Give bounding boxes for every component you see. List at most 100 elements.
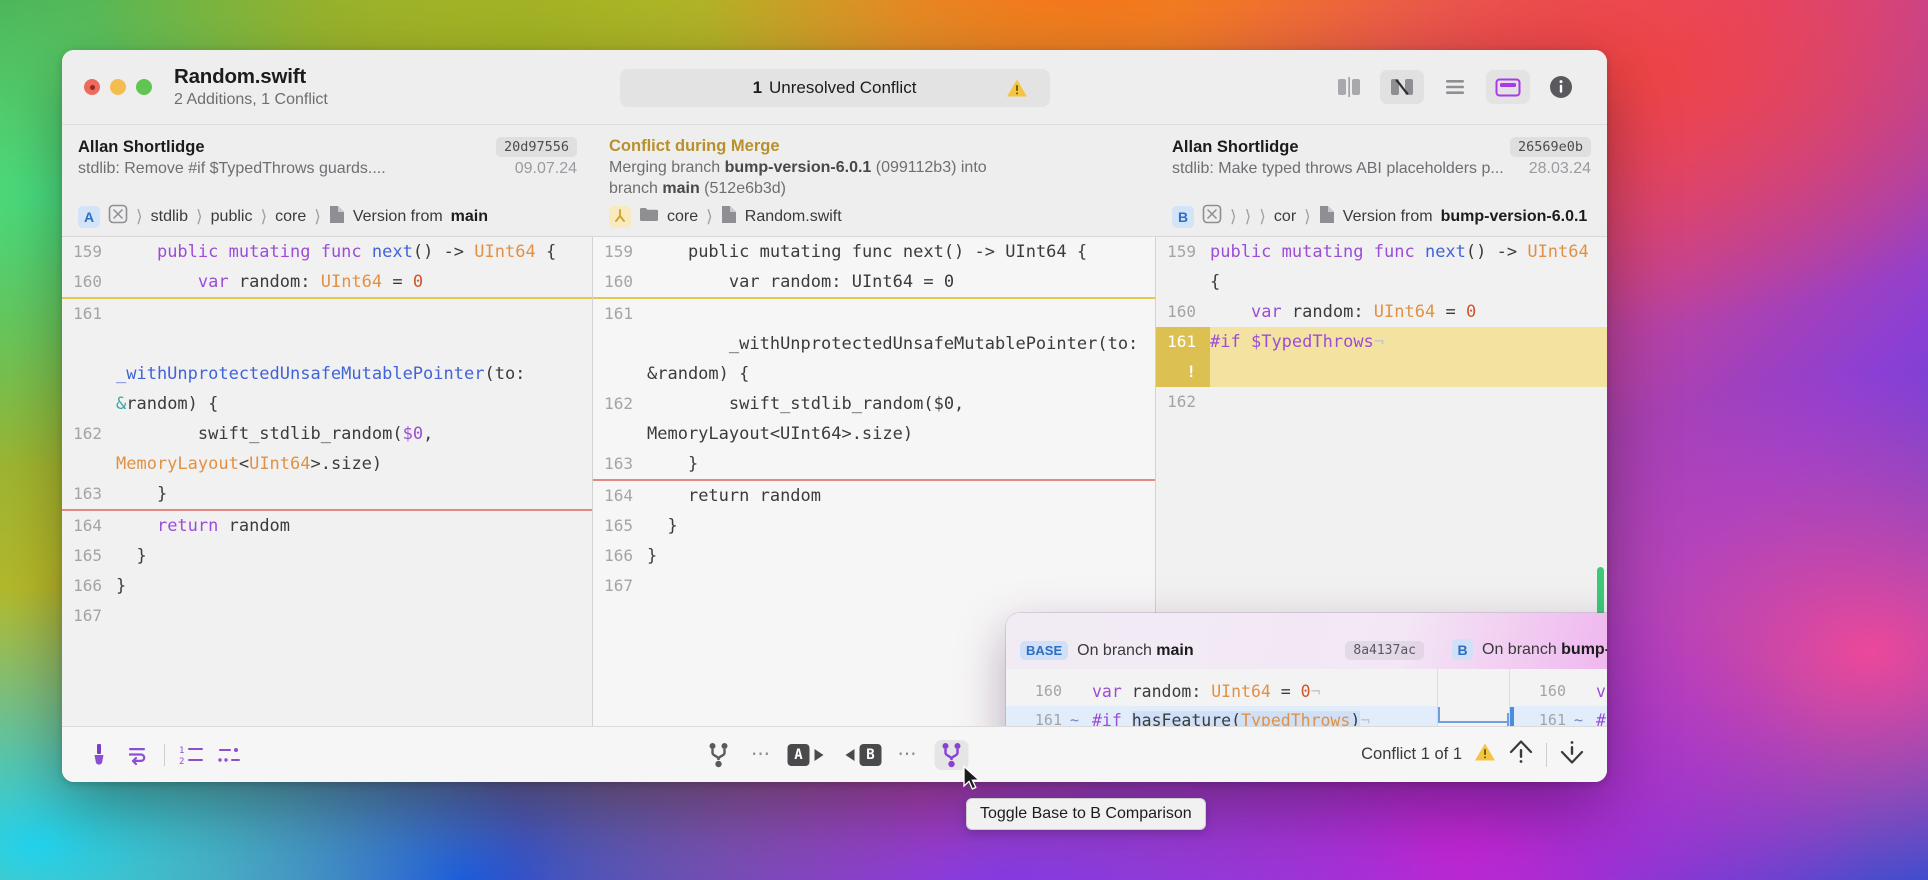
change-marker: ~ (1574, 711, 1584, 726)
line-number: 160 (1034, 682, 1062, 700)
breadcrumb-sep: ⟩ (706, 206, 713, 226)
breadcrumb-sep: ⟩ (1244, 206, 1252, 226)
blocks-view-button[interactable] (1486, 70, 1530, 104)
breadcrumb-left[interactable]: A ⟩ stdlib ⟩ public ⟩ core ⟩ Version fro… (62, 197, 593, 236)
popover-base-side-header: BASE On branch main 8a4137ac (1006, 641, 1438, 669)
breadcrumb-part-core[interactable]: core (275, 208, 306, 226)
base-to-b-comparison-popover: Compare Entire Files BASE On branch main… (1006, 613, 1607, 726)
paintbrush-icon[interactable] (82, 740, 116, 770)
code-text: } (116, 484, 168, 504)
more-left-icon[interactable]: ⋯ (751, 743, 772, 766)
breadcrumb-part-stdlib[interactable]: stdlib (151, 208, 188, 226)
breadcrumb-filename: Random.swift (744, 207, 842, 225)
conflict-resolution-tools: ⋯ A B ⋯ (701, 739, 968, 770)
view-mode-toolbar (1327, 70, 1583, 104)
left-commit-message: stdlib: Remove #if $TypedThrows guards..… (78, 160, 386, 177)
change-link-line (1438, 721, 1509, 723)
code-text: var random: UInt64 = 0 (1250, 302, 1477, 322)
unified-view-button[interactable] (1433, 70, 1477, 104)
conflict-code-line[interactable]: 161 ! #if $TypedThrows¬ (1156, 327, 1607, 387)
previous-conflict-icon[interactable] (1508, 738, 1534, 771)
code-line: 164 return random (62, 509, 592, 541)
close-window-button[interactable] (84, 79, 100, 95)
code-text: #if hasFeature(TypedThrows)¬ (1092, 706, 1437, 726)
line-number: 165 (73, 546, 102, 565)
unresolved-conflict-banner[interactable]: 1 Unresolved Conflict (619, 69, 1050, 107)
popover-b-pane[interactable]: 160 var random: UInt64 = 0¬ 161 ~ #if $T… (1510, 669, 1607, 726)
line-number: 160 (1167, 302, 1196, 321)
changes-view-button[interactable] (1380, 70, 1424, 104)
document-icon (721, 205, 737, 229)
code-line: 165 } (593, 511, 1155, 541)
merge-target-sha: (512e6b3d) (699, 179, 787, 197)
merge-conflict-header: Conflict during Merge Merging branch bum… (593, 125, 1156, 197)
code-line: 166 } (593, 541, 1155, 571)
merge-source-sha: (099112b3) into (871, 159, 987, 176)
breadcrumb-row: A ⟩ stdlib ⟩ public ⟩ core ⟩ Version fro… (62, 197, 1607, 237)
code-text: var random: UInt64 = 0¬ (1092, 682, 1321, 701)
b-branch-name: bump-version-6.0.1 (1561, 640, 1607, 658)
merge-icon (609, 205, 631, 228)
popover-code-line-changed: 161 ~ #if hasFeature(TypedThrows)¬ (1006, 706, 1437, 726)
breadcrumb-part-public[interactable]: public (211, 208, 253, 226)
breadcrumb-folder-core[interactable]: core (667, 208, 698, 226)
line-number: 162 (1167, 392, 1196, 411)
code-text: } (647, 454, 699, 474)
code-line: 166 } (62, 571, 592, 601)
breadcrumb-middle[interactable]: core ⟩ Random.swift (593, 197, 1156, 236)
base-branch-name: main (1156, 641, 1194, 659)
code-line: 160 var random: UInt64 = 0 (62, 267, 592, 297)
side-a-badge: A (78, 205, 100, 228)
code-line: 159 public mutating func next() -> UInt6… (1156, 237, 1607, 297)
conflict-marker: ! (1186, 362, 1196, 381)
popover-base-pane[interactable]: 160 var random: UInt64 = 0¬ 161 ~ #if ha… (1006, 669, 1438, 726)
take-a-button[interactable]: A (787, 743, 827, 766)
code-line: 162 swift_stdlib_random($0, MemoryLayout… (593, 389, 1155, 449)
merge-window: Random.swift 2 Additions, 1 Conflict 1 U… (62, 50, 1607, 782)
line-number: 162 (604, 394, 633, 413)
right-commit-header[interactable]: Allan Shortlidge 26569e0b stdlib: Make t… (1156, 125, 1607, 197)
base-tag: BASE (1020, 641, 1069, 660)
line-numbers-icon[interactable]: 12 (175, 740, 209, 770)
minimize-window-button[interactable] (110, 79, 126, 95)
code-line: 164 return random (593, 479, 1155, 511)
line-number: 166 (604, 546, 633, 565)
more-right-icon[interactable]: ⋯ (898, 743, 919, 766)
document-icon (1319, 205, 1335, 229)
link-right-stub (1507, 713, 1509, 726)
breadcrumb-part-cor[interactable]: cor (1274, 208, 1296, 226)
breadcrumb-right[interactable]: B ⟩ ⟩ ⟩ cor ⟩ Version from bump-version-… (1156, 197, 1607, 236)
whitespace-icon[interactable] (213, 740, 247, 770)
merge-branch-icon[interactable] (701, 740, 735, 770)
change-edge-marker (1510, 707, 1514, 726)
wrap-lines-icon[interactable] (120, 740, 154, 770)
window-subtitle: 2 Additions, 1 Conflict (174, 91, 328, 109)
zoom-window-button[interactable] (136, 79, 152, 95)
toolbar-divider (164, 743, 165, 766)
line-number: 161 (604, 304, 633, 323)
merge-target-prefix: branch (609, 179, 663, 197)
popover-code-line: 160 var random: UInt64 = 0¬ (1006, 677, 1437, 706)
code-text: var random: UInt64 = 0 (197, 272, 424, 292)
vertical-scrollbar-thumb[interactable] (1597, 567, 1604, 619)
take-b-button[interactable]: B (843, 743, 882, 766)
folder-icon (639, 206, 659, 227)
code-text: public mutating func next() -> UInt64 { (156, 242, 557, 262)
code-text: } (116, 546, 147, 566)
bottom-left-tools: 12 (62, 740, 247, 770)
two-up-view-button[interactable] (1327, 70, 1371, 104)
code-line: 161 _withUnprotectedUnsafeMutablePointer… (62, 297, 592, 419)
left-commit-header[interactable]: Allan Shortlidge 20d97556 stdlib: Remove… (62, 125, 593, 197)
breadcrumb-sep: ⟩ (1230, 206, 1237, 226)
code-text: _withUnprotectedUnsafeMutablePointer(to:… (647, 334, 1139, 384)
next-conflict-icon[interactable] (1559, 738, 1585, 771)
right-commit-message: stdlib: Make typed throws ABI placeholde… (1172, 160, 1504, 177)
commit-header-row: Allan Shortlidge 20d97556 stdlib: Remove… (62, 125, 1607, 197)
breadcrumb-sep: ⟩ (1304, 206, 1311, 226)
info-icon[interactable] (1539, 70, 1583, 104)
left-code-pane[interactable]: 159 public mutating func next() -> UInt6… (62, 237, 593, 726)
base-sha: 8a4137ac (1345, 641, 1424, 660)
merge-description: Merging branch bump-version-6.0.1 (09911… (609, 158, 1140, 200)
code-text: public mutating func next() -> UInt64 { (647, 242, 1088, 262)
